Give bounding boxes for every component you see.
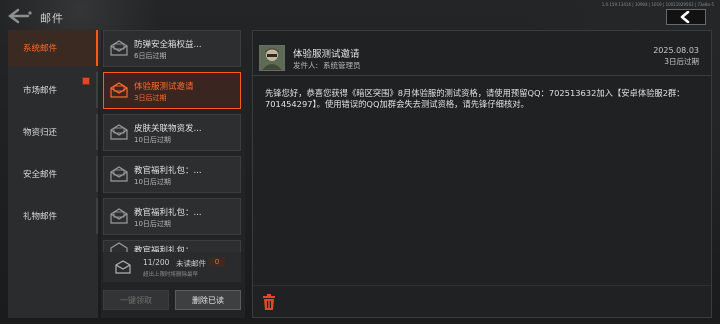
version-text: 1.0.159.13416 | 10904 | 1019 | 100119295… bbox=[601, 2, 714, 7]
category-label: 礼物邮件 bbox=[23, 212, 58, 222]
mail-body: 先锋您好，恭喜您获得《暗区突围》8月体验服的测试资格，请使用预留QQ：70251… bbox=[265, 88, 685, 109]
mail-item[interactable]: 教官福利礼包：... 10日后过期 bbox=[103, 156, 241, 193]
mail-title: 防弹安全箱权益... bbox=[134, 40, 202, 50]
mail-item[interactable]: 皮肤关联物资发... 10日后过期 bbox=[103, 114, 241, 151]
envelope-icon bbox=[110, 166, 128, 182]
mail-summary: 11/200 未读邮件 0 超出上限时将删除最早 bbox=[103, 252, 241, 282]
page-title: 邮件 bbox=[40, 12, 64, 25]
mail-title: 体验服测试邀请 bbox=[134, 82, 194, 92]
unread-label: 未读邮件 bbox=[176, 259, 206, 268]
category-label: 市场邮件 bbox=[23, 86, 58, 96]
mail-expiry: 10日后过期 bbox=[134, 220, 171, 228]
sender-avatar bbox=[259, 45, 285, 71]
unread-count-badge: 0 bbox=[209, 257, 225, 267]
close-button[interactable] bbox=[666, 9, 706, 25]
category-label: 安全邮件 bbox=[23, 170, 58, 180]
mail-title: 教官福利礼包：... bbox=[134, 208, 202, 218]
mail-title: 皮肤关联物资发... bbox=[134, 124, 202, 134]
category-label: 物资归还 bbox=[23, 128, 58, 138]
category-supply-return[interactable]: 物资归还 bbox=[8, 114, 98, 150]
claim-all-button[interactable]: 一键领取 bbox=[103, 290, 169, 310]
category-market-mail[interactable]: 市场邮件 bbox=[8, 72, 98, 108]
category-security-mail[interactable]: 安全邮件 bbox=[8, 156, 98, 192]
category-gift-mail[interactable]: 礼物邮件 bbox=[8, 198, 98, 234]
category-system-mail[interactable]: 系统邮件 bbox=[8, 30, 98, 66]
envelope-icon bbox=[110, 40, 128, 56]
divider bbox=[253, 285, 711, 286]
mail-expiry: 10日后过期 bbox=[134, 136, 171, 144]
sender-line: 发件人: 系统管理员 bbox=[293, 60, 366, 71]
sender-name: 系统管理员 bbox=[323, 61, 361, 70]
new-badge-icon bbox=[82, 77, 90, 85]
mail-expiry: 10日后过期 bbox=[134, 178, 171, 186]
mail-detail-panel: 体验服测试邀请 发件人: 系统管理员 2025.08.03 3日后过期 先锋您好，… bbox=[252, 30, 712, 318]
envelope-icon bbox=[110, 124, 128, 140]
mail-date: 2025.08.03 bbox=[653, 46, 699, 55]
category-label: 系统邮件 bbox=[23, 44, 58, 54]
mail-item-selected[interactable]: 体验服测试邀请 3日后过期 bbox=[103, 72, 241, 109]
trash-icon[interactable] bbox=[262, 294, 276, 310]
limit-note: 超出上限时将删除最早 bbox=[143, 272, 199, 278]
mail-item[interactable]: 教官福利礼包：... 10日后过期 bbox=[103, 198, 241, 235]
mail-expiry: 6日后过期 bbox=[134, 52, 167, 60]
envelope-icon bbox=[110, 208, 128, 224]
soldier-avatar-icon bbox=[260, 46, 284, 70]
mail-count: 11/200 bbox=[143, 258, 170, 267]
envelope-icon bbox=[110, 82, 128, 98]
mail-expiry: 3日后过期 bbox=[134, 94, 167, 102]
mail-title: 教官福利礼包：... bbox=[134, 166, 202, 176]
delete-read-button[interactable]: 删除已读 bbox=[175, 290, 241, 310]
chevron-left-icon bbox=[680, 11, 690, 23]
mail-detail-expiry: 3日后过期 bbox=[664, 57, 699, 66]
category-menu: 系统邮件 市场邮件 物资归还 安全邮件 礼物邮件 bbox=[8, 30, 98, 318]
mail-detail-title: 体验服测试邀请 bbox=[293, 49, 360, 60]
top-bar: 邮件 1.0.159.13416 | 10904 | 1019 | 100119… bbox=[0, 0, 720, 30]
back-arrow-icon[interactable] bbox=[6, 8, 34, 24]
sender-label: 发件人: bbox=[293, 61, 319, 70]
mailbox-icon bbox=[115, 260, 131, 274]
divider bbox=[253, 75, 711, 76]
mail-item[interactable]: 防弹安全箱权益... 6日后过期 bbox=[103, 30, 241, 67]
